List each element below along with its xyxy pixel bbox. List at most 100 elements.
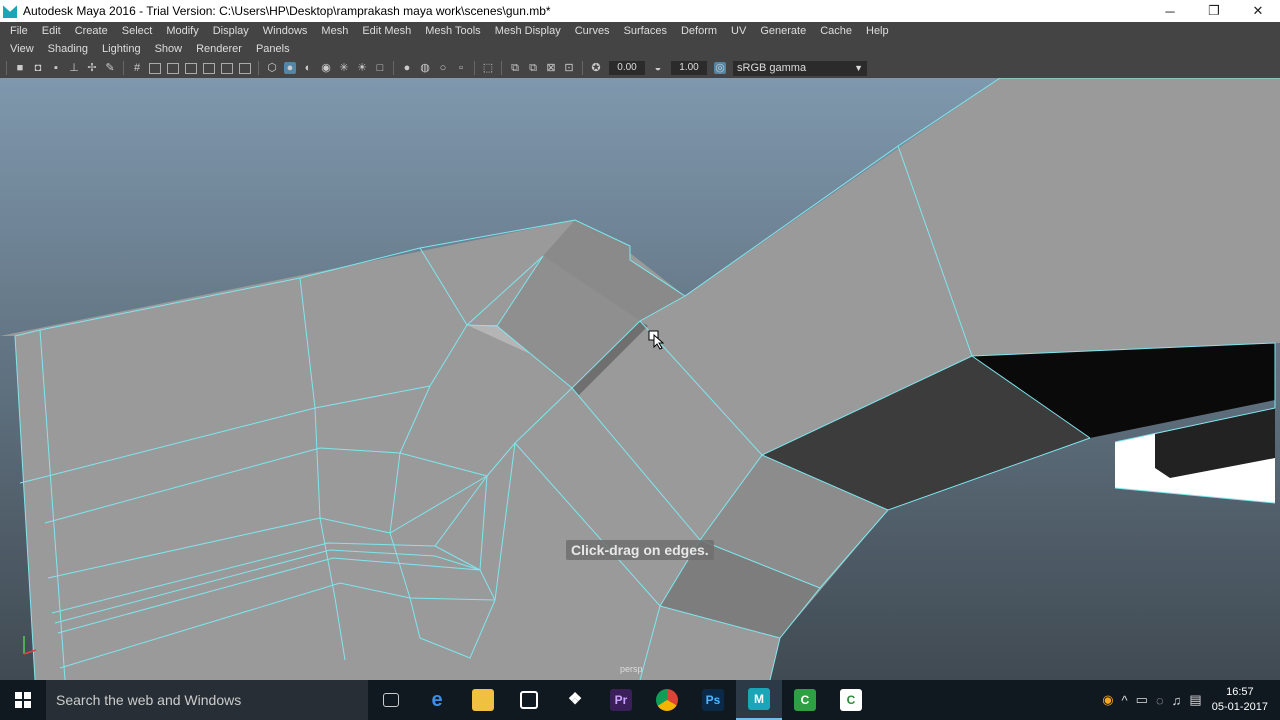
use-all-lights-icon[interactable]: ✳ — [338, 62, 350, 74]
menu-windows[interactable]: Windows — [256, 25, 315, 37]
menu-generate[interactable]: Generate — [753, 25, 813, 37]
panel-menu-panels[interactable]: Panels — [249, 43, 297, 55]
screen-space-ao-icon[interactable]: □ — [374, 62, 386, 74]
close-button[interactable]: ✕ — [1236, 0, 1280, 22]
dropbox-app-button[interactable]: ❖ — [552, 680, 598, 720]
clock-date: 05-01-2017 — [1211, 701, 1268, 713]
taskbar-search-box[interactable]: Search the web and Windows — [46, 680, 368, 720]
file-explorer-icon — [472, 689, 494, 711]
view-transform-dropdown[interactable]: sRGB gamma ▼ — [733, 60, 867, 76]
restore-button[interactable]: ❐ — [1192, 0, 1236, 22]
menu-mesh-tools[interactable]: Mesh Tools — [418, 25, 487, 37]
gamma-field[interactable]: 1.00 — [671, 61, 707, 75]
menu-curves[interactable]: Curves — [568, 25, 617, 37]
menu-uv[interactable]: UV — [724, 25, 753, 37]
premiere-icon: Pr — [610, 689, 632, 711]
toolbar-separator — [501, 61, 502, 75]
smooth-shade-icon[interactable]: ● — [284, 62, 296, 74]
menu-file[interactable]: File — [3, 25, 35, 37]
hud-toggle-icon[interactable]: ⊡ — [563, 62, 575, 74]
panel-menu-shading[interactable]: Shading — [41, 43, 95, 55]
gamma-icon[interactable]: ◒ — [652, 62, 664, 74]
menu-create[interactable]: Create — [68, 25, 115, 37]
panel-menu-view[interactable]: View — [3, 43, 41, 55]
edge-app-button[interactable]: e — [414, 680, 460, 720]
xray-joints-icon[interactable]: ⧉ — [509, 62, 521, 74]
safe-title-icon[interactable] — [239, 62, 251, 74]
multisample-aa-icon[interactable]: ◍ — [419, 62, 431, 74]
camtasia-recorder-app-button[interactable]: C — [828, 680, 874, 720]
grid-icon[interactable]: # — [131, 62, 143, 74]
toolbar-separator — [582, 61, 583, 75]
camtasia-icon: C — [794, 689, 816, 711]
camtasia-app-button[interactable]: C — [782, 680, 828, 720]
start-button[interactable] — [0, 680, 46, 720]
panel-menu-show[interactable]: Show — [148, 43, 190, 55]
panel-menu-renderer[interactable]: Renderer — [189, 43, 249, 55]
menu-modify[interactable]: Modify — [159, 25, 205, 37]
color-management-icon[interactable]: ◎ — [714, 62, 726, 74]
wireframe-icon[interactable]: ⬡ — [266, 62, 278, 74]
image-plane-icon[interactable]: ⊥ — [68, 62, 80, 74]
toolbar-separator — [393, 61, 394, 75]
shadows-icon[interactable]: ☀ — [356, 62, 368, 74]
network-icon[interactable]: ◌ — [1156, 693, 1164, 708]
chrome-icon — [656, 689, 678, 711]
panel-menu-lighting[interactable]: Lighting — [95, 43, 148, 55]
menu-select[interactable]: Select — [115, 25, 160, 37]
resolution-gate-icon[interactable] — [167, 62, 179, 74]
store-app-button[interactable] — [506, 680, 552, 720]
battery-icon[interactable]: ▭ — [1136, 692, 1148, 708]
exposure-icon[interactable]: ✪ — [590, 62, 602, 74]
gate-mask-icon[interactable] — [185, 62, 197, 74]
volume-icon[interactable]: ♫ — [1172, 693, 1182, 708]
chevron-up-icon[interactable]: ^ — [1122, 693, 1128, 708]
maya-app-button[interactable]: M — [736, 680, 782, 720]
toolbar-separator — [123, 61, 124, 75]
camera-name-label: persp — [620, 664, 643, 674]
mouse-cursor-icon — [648, 330, 665, 350]
menu-edit[interactable]: Edit — [35, 25, 68, 37]
toolbar-separator — [474, 61, 475, 75]
photoshop-app-button[interactable]: Ps — [690, 680, 736, 720]
wireframe-on-shaded-icon[interactable]: ◐ — [302, 62, 314, 74]
xray-icon[interactable]: ⬚ — [482, 62, 494, 74]
menu-cache[interactable]: Cache — [813, 25, 859, 37]
store-bag-icon — [520, 691, 538, 709]
two-d-pan-icon[interactable]: ✢ — [86, 62, 98, 74]
action-center-icon[interactable]: ▤ — [1189, 692, 1201, 708]
depth-of-field-icon[interactable]: ○ — [437, 62, 449, 74]
system-tray: ◉ ^ ▭ ◌ ♫ ▤ 16:57 05-01-2017 — [1098, 680, 1280, 720]
file-explorer-app-button[interactable] — [460, 680, 506, 720]
camtasia-recorder-icon: C — [840, 689, 862, 711]
notification-app-icon[interactable]: ◉ — [1102, 692, 1113, 708]
textured-icon[interactable]: ◉ — [320, 62, 332, 74]
xray-active-components-icon[interactable]: ⧉ — [527, 62, 539, 74]
bookmark-icon[interactable]: ▪ — [50, 62, 62, 74]
camera-select-icon[interactable]: ■ — [14, 62, 26, 74]
chevron-down-icon: ▼ — [854, 62, 863, 73]
isolate-select-icon[interactable]: ▫ — [455, 62, 467, 74]
field-chart-icon[interactable] — [203, 62, 215, 74]
backface-culling-icon[interactable]: ⊠ — [545, 62, 557, 74]
film-gate-icon[interactable] — [149, 62, 161, 74]
system-clock[interactable]: 16:57 05-01-2017 — [1212, 685, 1268, 715]
menu-edit-mesh[interactable]: Edit Mesh — [355, 25, 418, 37]
menu-surfaces[interactable]: Surfaces — [617, 25, 674, 37]
menu-deform[interactable]: Deform — [674, 25, 724, 37]
chrome-app-button[interactable] — [644, 680, 690, 720]
menu-help[interactable]: Help — [859, 25, 896, 37]
task-view-button[interactable] — [368, 680, 414, 720]
minimize-button[interactable]: ─ — [1148, 0, 1192, 22]
safe-action-icon[interactable] — [221, 62, 233, 74]
exposure-field[interactable]: 0.00 — [609, 61, 645, 75]
menu-mesh[interactable]: Mesh — [314, 25, 355, 37]
viewport-persp[interactable]: Click-drag on edges. — [0, 78, 1280, 680]
menu-mesh-display[interactable]: Mesh Display — [488, 25, 568, 37]
premiere-app-button[interactable]: Pr — [598, 680, 644, 720]
maya-taskbar-icon: M — [748, 688, 770, 710]
menu-display[interactable]: Display — [206, 25, 256, 37]
motion-blur-icon[interactable]: ● — [401, 62, 413, 74]
grease-pencil-icon[interactable]: ✎ — [104, 62, 116, 74]
camera-attributes-icon[interactable]: ◘ — [32, 62, 44, 74]
